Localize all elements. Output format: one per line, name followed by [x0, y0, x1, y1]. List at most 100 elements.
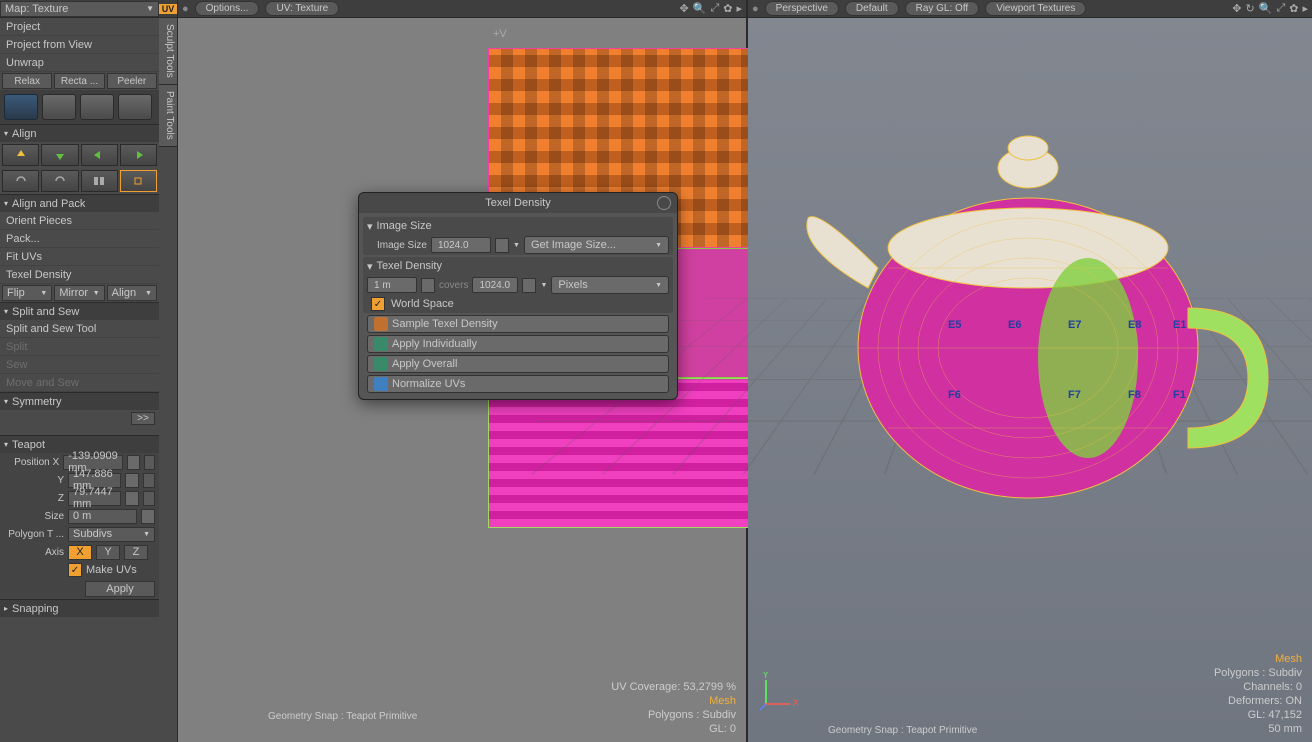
chevron-down-icon: ▼ [93, 290, 100, 297]
chevron-right-icon[interactable]: ▸ [736, 2, 742, 15]
chevron-right-icon[interactable]: ▸ [1302, 2, 1308, 15]
chevron-down-icon[interactable]: ▼ [513, 242, 520, 249]
recta-button[interactable]: Recta ... [54, 73, 104, 89]
density-value-input[interactable]: 1024.0 [472, 277, 518, 293]
map-dropdown[interactable]: Map: Texture ▼ [0, 1, 159, 17]
spinner-icon[interactable] [127, 455, 140, 470]
apply-overall-icon [374, 357, 388, 371]
zoom-icon[interactable]: 🔍 [693, 2, 707, 15]
axis-z-button[interactable]: Z [124, 545, 148, 560]
pack-item[interactable]: Pack... [0, 230, 159, 248]
move-sew-item: Move and Sew [0, 374, 159, 392]
view-menu-icon[interactable]: ● [182, 3, 189, 15]
flip-h-button[interactable] [81, 170, 118, 192]
spinner-icon[interactable] [125, 473, 139, 488]
align-pack-header[interactable]: ▾Align and Pack [0, 194, 159, 212]
persp-channels-label: Channels: 0 [1214, 680, 1302, 694]
sew-item: Sew [0, 356, 159, 374]
axis-x-button[interactable]: X [68, 545, 92, 560]
rotate-icon[interactable]: ↻ [1246, 2, 1255, 15]
image-size-input[interactable]: 1024.0 [431, 237, 491, 253]
paint-tools-tab[interactable]: Paint Tools [159, 85, 177, 147]
snapping-header[interactable]: ▸Snapping [0, 599, 159, 617]
gear-icon[interactable]: ✿ [723, 2, 732, 15]
projection-tool-1[interactable] [4, 94, 38, 120]
orient-pieces-item[interactable]: Orient Pieces [0, 212, 159, 230]
persp-mesh-label: Mesh [1214, 652, 1302, 666]
split-sew-tool-item[interactable]: Split and Sew Tool [0, 320, 159, 338]
align-down-button[interactable] [41, 144, 78, 166]
flip-dropdown[interactable]: Flip▼ [2, 285, 52, 301]
apply-individually-button[interactable]: Apply Individually [367, 335, 669, 353]
options-button[interactable]: Options... [195, 1, 260, 16]
rotate-cw-button[interactable] [41, 170, 78, 192]
fit-uvs-item[interactable]: Fit UVs [0, 248, 159, 266]
svg-text:X: X [792, 697, 798, 709]
apply-overall-button[interactable]: Apply Overall [367, 355, 669, 373]
peeler-button[interactable]: Peeler [107, 73, 157, 89]
spinner-icon[interactable] [522, 278, 536, 293]
soft-icon[interactable] [143, 473, 155, 488]
align-header[interactable]: ▾Align [0, 124, 159, 142]
soft-icon[interactable] [143, 491, 155, 506]
zoom-icon[interactable]: 🔍 [1259, 2, 1273, 15]
split-sew-header[interactable]: ▾Split and Sew [0, 302, 159, 320]
align-special-button[interactable] [120, 170, 157, 192]
position-z-input[interactable]: 79.7447 mm [68, 491, 121, 506]
align-up-button[interactable] [2, 144, 39, 166]
expand-icon[interactable]: ⤢ [710, 2, 719, 15]
pixels-dropdown[interactable]: Pixels▼ [551, 276, 669, 294]
relax-button[interactable]: Relax [2, 73, 52, 89]
project-from-view-item[interactable]: Project from View [0, 36, 159, 54]
projection-tool-3[interactable] [80, 94, 114, 120]
size-input[interactable]: 0 m [68, 509, 137, 524]
chevron-down-icon: ▼ [655, 282, 662, 289]
perspective-button[interactable]: Perspective [765, 1, 839, 16]
unit-input[interactable]: 1 m [367, 277, 417, 293]
close-icon[interactable] [657, 196, 671, 210]
align-right-button[interactable] [120, 144, 157, 166]
symmetry-header[interactable]: ▾Symmetry [0, 392, 159, 410]
spinner-icon[interactable] [125, 491, 139, 506]
move-icon[interactable]: ✥ [680, 2, 689, 15]
sample-texel-density-button[interactable]: Sample Texel Density [367, 315, 669, 333]
spinner-icon[interactable] [495, 238, 509, 253]
ray-gl-button[interactable]: Ray GL: Off [905, 1, 980, 16]
align-left-button[interactable] [81, 144, 118, 166]
soft-icon[interactable] [144, 455, 155, 470]
svg-text:F6: F6 [948, 389, 961, 401]
mirror-dropdown[interactable]: Mirror▼ [54, 285, 104, 301]
projection-tool-4[interactable] [118, 94, 152, 120]
viewport-textures-button[interactable]: Viewport Textures [985, 1, 1086, 16]
uv-tab[interactable]: UV [159, 4, 177, 14]
uv-title-button[interactable]: UV: Texture [265, 1, 339, 16]
projection-tool-2[interactable] [42, 94, 76, 120]
teapot-mesh[interactable]: E5 E6 E7 E8 E1 F6 F7 F8 F1 [768, 68, 1288, 548]
axis-y-button[interactable]: Y [96, 545, 120, 560]
image-size-header: Image Size [377, 220, 432, 232]
texel-density-item[interactable]: Texel Density [0, 266, 159, 284]
spinner-icon[interactable] [421, 278, 435, 293]
world-space-checkbox[interactable]: ✓ [371, 297, 385, 311]
align-dropdown[interactable]: Align▼ [107, 285, 157, 301]
world-space-label: World Space [391, 298, 454, 310]
rotate-ccw-button[interactable] [2, 170, 39, 192]
uv-coverage-label: UV Coverage: 53,2799 % [611, 680, 736, 694]
get-image-size-button[interactable]: Get Image Size...▼ [524, 236, 669, 254]
move-icon[interactable]: ✥ [1232, 2, 1241, 15]
sculpt-tools-tab[interactable]: Sculpt Tools [159, 18, 177, 85]
chevron-down-icon[interactable]: ▼ [540, 282, 547, 289]
default-button[interactable]: Default [845, 1, 899, 16]
symmetry-go-button[interactable]: >> [131, 412, 155, 425]
normalize-uvs-button[interactable]: Normalize UVs [367, 375, 669, 393]
spinner-icon[interactable] [141, 509, 155, 524]
poly-type-dropdown[interactable]: Subdivs▼ [68, 527, 155, 542]
apply-button[interactable]: Apply [85, 581, 155, 597]
view-menu-icon[interactable]: ● [752, 3, 759, 15]
expand-icon[interactable]: ⤢ [1276, 2, 1285, 15]
make-uvs-checkbox[interactable]: ✓ [68, 563, 82, 577]
project-item[interactable]: Project [0, 18, 159, 36]
unwrap-item[interactable]: Unwrap [0, 54, 159, 72]
persp-snap-label: Geometry Snap : Teapot Primitive [828, 725, 977, 736]
gear-icon[interactable]: ✿ [1289, 2, 1298, 15]
